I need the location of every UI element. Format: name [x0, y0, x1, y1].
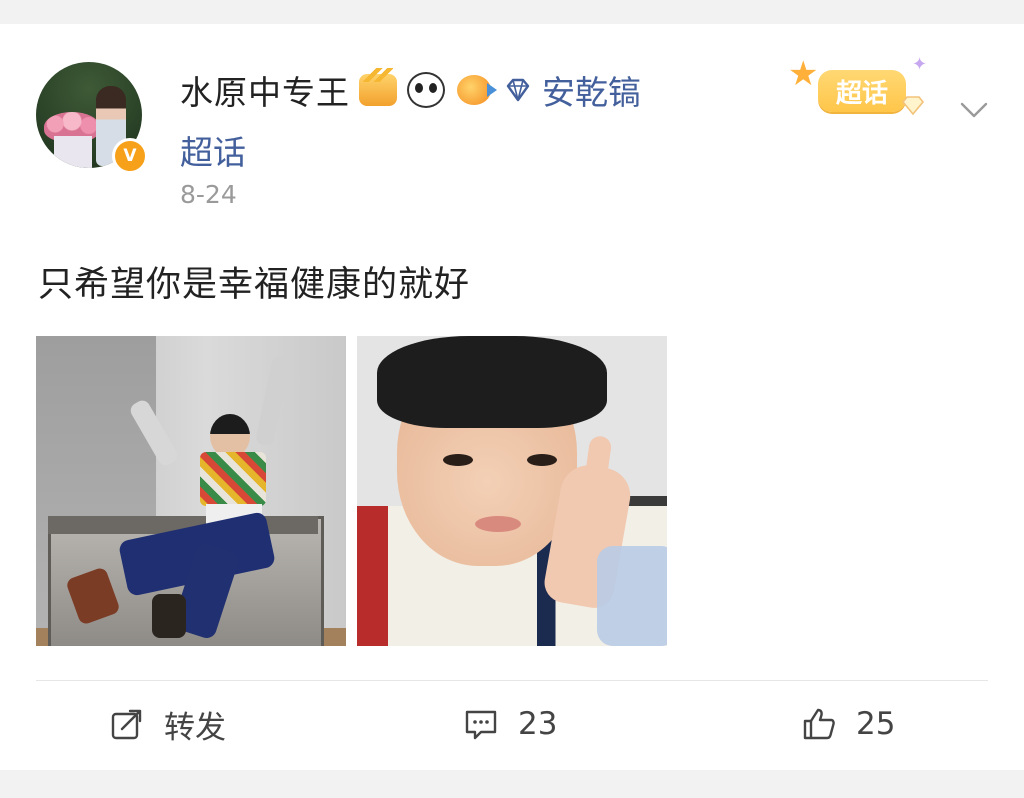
comment-button[interactable]: 23 — [462, 704, 557, 744]
author-row: 水原中专王 安乾镐 — [180, 68, 641, 112]
star-icon: ★ — [788, 54, 819, 94]
thumbs-up-icon — [803, 708, 835, 740]
comment-icon — [465, 710, 497, 740]
username[interactable]: 水原中专王 — [180, 66, 350, 114]
repost-label: 转发 — [164, 709, 226, 746]
topic-link[interactable]: 安乾镐 — [542, 66, 641, 114]
avatar[interactable]: V — [36, 62, 148, 174]
fish-badge-icon[interactable] — [454, 72, 497, 108]
like-button[interactable]: 25 — [800, 704, 895, 744]
comment-count: 23 — [518, 706, 558, 742]
repost-icon — [111, 709, 142, 740]
post-text: 只希望你是幸福健康的就好 — [38, 265, 471, 305]
post-date: 8-24 — [180, 180, 237, 209]
like-count: 25 — [856, 706, 896, 742]
diamond-icon — [506, 78, 530, 102]
verified-icon: V — [112, 138, 148, 174]
sparkle-icon: ✦ — [912, 54, 928, 75]
chevron-down-icon[interactable] — [958, 94, 990, 126]
crown-badge-icon[interactable] — [358, 68, 398, 108]
topic-suffix[interactable]: 超话 — [180, 126, 246, 174]
chaohua-label: 超话 — [818, 70, 906, 112]
chaohua-badge[interactable]: ★ 超话 ✦ — [784, 54, 934, 134]
divider — [36, 680, 988, 681]
diamond-small-icon — [901, 96, 925, 116]
photo-2[interactable] — [357, 336, 667, 646]
post-card: V 水原中专王 安乾镐 超话 8-24 ★ 超话 ✦ 只希望你是幸福健康的就好 — [0, 24, 1024, 770]
photo-1[interactable] — [36, 336, 346, 646]
panda-badge-icon[interactable] — [406, 72, 446, 108]
repost-button[interactable]: 转发 — [108, 704, 226, 746]
